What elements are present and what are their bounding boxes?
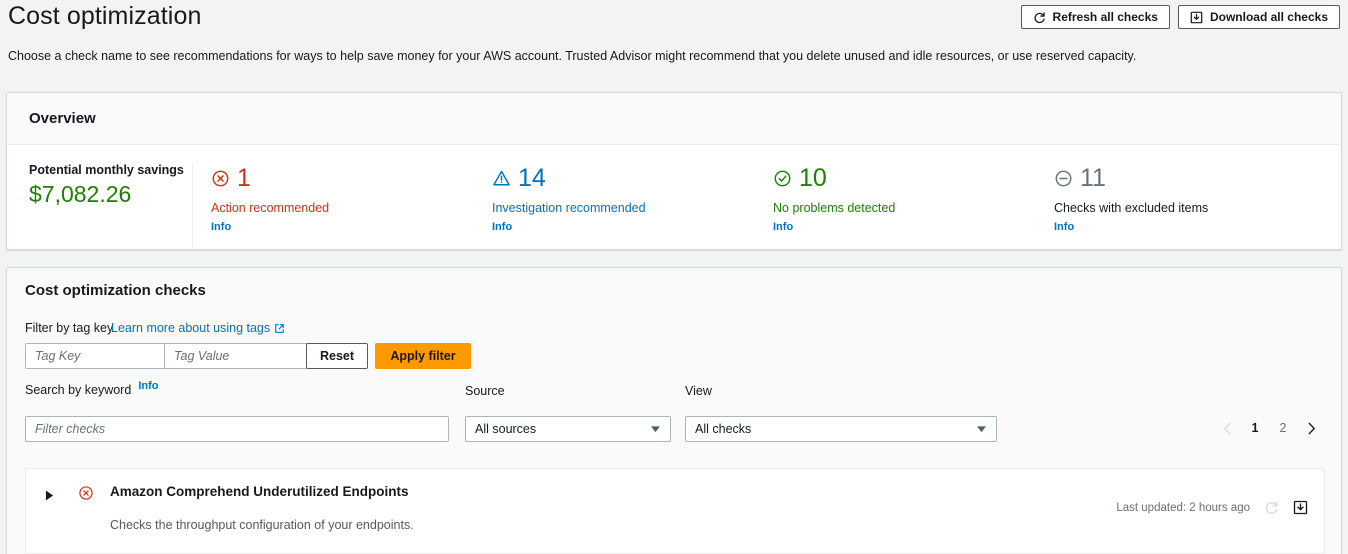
stat-info-link[interactable]: Info xyxy=(773,221,1054,233)
refresh-icon xyxy=(1033,11,1046,24)
savings-value: $7,082.26 xyxy=(29,181,192,208)
stat-investigation-recommended: 14 Investigation recommended Info xyxy=(492,163,773,250)
chevron-down-icon xyxy=(976,425,987,433)
page-header: Cost optimization Refresh all checks xyxy=(0,0,1348,76)
chevron-down-icon xyxy=(650,425,661,433)
source-selected-value: All sources xyxy=(475,422,536,436)
page-title: Cost optimization xyxy=(8,2,201,31)
reset-button[interactable]: Reset xyxy=(306,343,368,369)
error-circle-x-icon xyxy=(78,485,94,501)
pagination-page-2[interactable]: 2 xyxy=(1269,414,1297,442)
external-link-icon xyxy=(274,323,285,334)
potential-monthly-savings: Potential monthly savings $7,082.26 xyxy=(7,163,192,250)
checks-panel-title: Cost optimization checks xyxy=(25,282,206,299)
stat-info-link[interactable]: Info xyxy=(211,221,492,233)
overview-title: Overview xyxy=(29,110,96,127)
stat-count: 11 xyxy=(1080,166,1106,191)
savings-label: Potential monthly savings xyxy=(29,163,192,177)
pagination-next-button[interactable] xyxy=(1297,414,1325,442)
source-select[interactable]: All sources xyxy=(465,416,671,442)
stat-label: Action recommended xyxy=(211,201,492,215)
search-info-link[interactable]: Info xyxy=(138,380,158,392)
download-all-checks-button[interactable]: Download all checks xyxy=(1178,5,1340,29)
header-actions: Refresh all checks Download all checks xyxy=(1021,5,1340,29)
cost-optimization-page: Cost optimization Refresh all checks xyxy=(0,0,1348,554)
stat-label: No problems detected xyxy=(773,201,1054,215)
download-icon[interactable] xyxy=(1293,500,1308,515)
stat-label: Investigation recommended xyxy=(492,201,773,215)
stat-action-recommended: 1 Action recommended Info xyxy=(211,163,492,250)
check-name-link[interactable]: Amazon Comprehend Underutilized Endpoint… xyxy=(110,484,409,499)
download-all-checks-label: Download all checks xyxy=(1210,10,1328,24)
learn-more-about-tags-link[interactable]: Learn more about using tags xyxy=(111,321,285,335)
success-check-circle-icon xyxy=(773,169,792,188)
pagination-page-1[interactable]: 1 xyxy=(1241,414,1269,442)
download-icon xyxy=(1190,11,1203,24)
search-label-group: Search by keyword Info xyxy=(25,383,158,397)
error-circle-x-icon xyxy=(211,169,230,188)
overview-header: Overview xyxy=(7,93,1341,145)
filter-by-tag-key-label: Filter by tag key xyxy=(25,321,113,335)
overview-body: Potential monthly savings $7,082.26 1 xyxy=(7,145,1341,250)
view-label: View xyxy=(685,384,712,398)
overview-stats: 1 Action recommended Info xyxy=(192,163,1341,250)
view-selected-value: All checks xyxy=(695,422,751,436)
warning-triangle-icon xyxy=(492,169,511,188)
pagination: 1 2 xyxy=(1213,414,1325,442)
check-row-actions: Last updated: 2 hours ago xyxy=(1116,500,1308,515)
source-label: Source xyxy=(465,384,505,398)
check-last-updated: Last updated: 2 hours ago xyxy=(1116,502,1250,514)
page-description: Choose a check name to see recommendatio… xyxy=(8,48,1136,64)
tag-value-input[interactable] xyxy=(164,343,312,369)
refresh-all-checks-label: Refresh all checks xyxy=(1053,10,1158,24)
check-row-card: Amazon Comprehend Underutilized Endpoint… xyxy=(25,468,1325,554)
view-select[interactable]: All checks xyxy=(685,416,997,442)
caret-right-icon[interactable] xyxy=(45,490,54,501)
search-input[interactable] xyxy=(25,416,449,442)
check-description: Checks the throughput configuration of y… xyxy=(110,518,414,532)
refresh-icon[interactable] xyxy=(1264,500,1279,515)
overview-panel: Overview Potential monthly savings $7,08… xyxy=(6,92,1342,250)
stat-info-link[interactable]: Info xyxy=(492,221,773,233)
apply-filter-button[interactable]: Apply filter xyxy=(375,343,471,369)
stat-count: 10 xyxy=(799,166,827,191)
refresh-all-checks-button[interactable]: Refresh all checks xyxy=(1021,5,1170,29)
pagination-prev-button[interactable] xyxy=(1213,414,1241,442)
cost-optimization-checks-panel: Cost optimization checks Filter by tag k… xyxy=(6,267,1342,554)
stat-count: 14 xyxy=(518,166,546,191)
tag-key-input[interactable] xyxy=(25,343,173,369)
stat-info-link[interactable]: Info xyxy=(1054,221,1335,233)
stat-label: Checks with excluded items xyxy=(1054,201,1335,215)
excluded-minus-circle-icon xyxy=(1054,169,1073,188)
check-status-icon xyxy=(78,485,94,501)
learn-more-label: Learn more about using tags xyxy=(111,321,270,335)
stat-no-problems-detected: 10 No problems detected Info xyxy=(773,163,1054,250)
stat-checks-with-excluded-items: 11 Checks with excluded items Info xyxy=(1054,163,1335,250)
stat-count: 1 xyxy=(237,166,251,191)
search-by-keyword-label: Search by keyword xyxy=(25,383,131,397)
